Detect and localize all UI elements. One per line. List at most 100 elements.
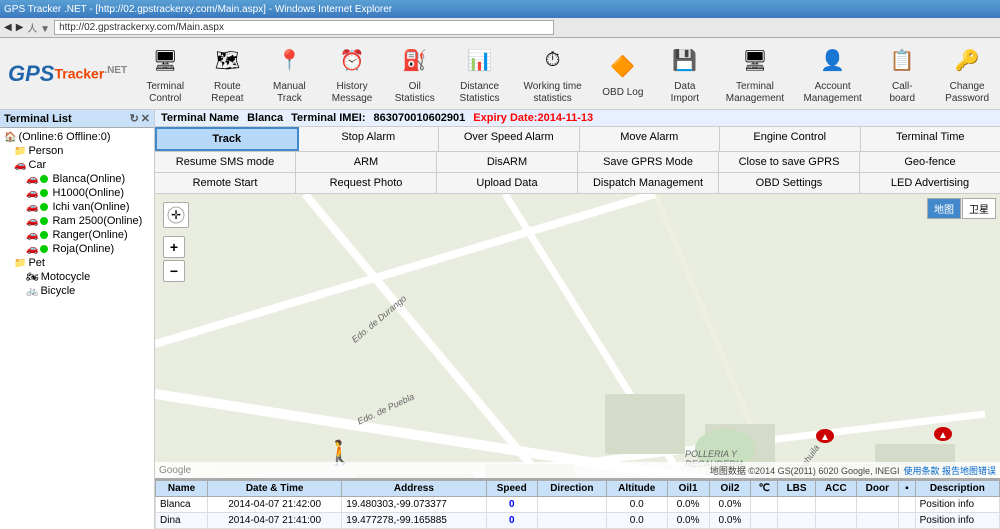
pan-control[interactable]: ✛ xyxy=(163,202,189,228)
button-row2-0[interactable]: Resume SMS mode xyxy=(155,152,296,172)
button-row2-1[interactable]: ARM xyxy=(296,152,437,172)
button-row3-5[interactable]: LED Advertising xyxy=(860,173,1000,193)
button-row2-4[interactable]: Close to save GPRS xyxy=(719,152,860,172)
nav-item-terminal-management[interactable]: 🖥Terminal Management xyxy=(717,39,793,109)
button-row1-4[interactable]: Engine Control xyxy=(720,127,861,151)
nav-icon-oil-statistics: ⛽ xyxy=(397,43,433,79)
nav-item-change-password[interactable]: 🔑Change Password xyxy=(934,39,1000,109)
button-row3-3[interactable]: Dispatch Management xyxy=(578,173,719,193)
button-row3-2[interactable]: Upload Data xyxy=(437,173,578,193)
table-header: Description xyxy=(915,481,999,497)
nav-icon-route-repeat: 🗺 xyxy=(209,43,245,79)
vehicle-marker-3[interactable]: ▲ xyxy=(933,424,953,444)
nav-label-history-message: History Message xyxy=(329,81,374,105)
button-row1-2[interactable]: Over Speed Alarm xyxy=(439,127,580,151)
nav-label-call-board: Call-board xyxy=(880,81,924,105)
tree-item-4[interactable]: 🚗H1000(Online) xyxy=(2,186,152,200)
logo-net: .NET xyxy=(104,65,127,76)
tree-item-3[interactable]: 🚗Blanca(Online) xyxy=(2,172,152,186)
refresh-icon[interactable]: ↻ xyxy=(130,112,139,125)
nav-label-distance-statistics: Distance Statistics xyxy=(455,81,505,105)
nav-item-manual-track[interactable]: 📍Manual Track xyxy=(259,39,319,109)
svg-text:▲: ▲ xyxy=(820,432,830,443)
nav-label-change-password: Change Password xyxy=(942,81,992,105)
tree-label-10: Motocycle xyxy=(41,271,91,283)
addressbar: ◀ ▶ 人 ▼ http://02.gpstrackerxy.com/Main.… xyxy=(0,18,1000,38)
forward-icon[interactable]: ▶ xyxy=(16,22,24,33)
button-row2-2[interactable]: DisARM xyxy=(437,152,578,172)
table-cell-1-3: 0 xyxy=(486,513,537,529)
table-header: Direction xyxy=(537,481,606,497)
tree-item-1[interactable]: 📁Person xyxy=(2,144,152,158)
online-dot xyxy=(40,217,48,225)
tree-icon-0: 🏠 xyxy=(4,132,16,143)
button-row1-5[interactable]: Terminal Time xyxy=(861,127,1000,151)
table-cell-1-4 xyxy=(537,513,606,529)
tree-item-2[interactable]: 🚗Car xyxy=(2,158,152,172)
logo-tracker: Tracker.NET xyxy=(54,65,127,82)
zoom-in-button[interactable]: + xyxy=(163,236,185,258)
tree-icon-2: 🚗 xyxy=(14,160,26,171)
button-row1-3[interactable]: Move Alarm xyxy=(580,127,721,151)
nav-item-obd-log[interactable]: 🔶OBD Log xyxy=(593,45,653,103)
table-header: Date & Time xyxy=(208,481,342,497)
tree-area: 🏠(Online:6 Offline:0)📁Person🚗Car🚗Blanca(… xyxy=(0,128,154,529)
map-type-satellite[interactable]: 卫星 xyxy=(962,198,996,219)
vehicle-marker-2[interactable]: ▲ xyxy=(815,426,835,446)
map-type-map[interactable]: 地图 xyxy=(927,198,961,219)
tree-item-5[interactable]: 🚗Ichi van(Online) xyxy=(2,200,152,214)
tree-icon-10: 🏍 xyxy=(26,272,39,283)
nav-item-working-time[interactable]: ⏱Working time statistics xyxy=(514,39,590,109)
nav-item-route-repeat[interactable]: 🗺Route Repeat xyxy=(197,39,257,109)
map-copyright: 地图数据 ©2014 GS(2011) 6020 Google, INEGI xyxy=(710,464,900,477)
tree-icon-8: 🚗 xyxy=(26,244,38,255)
content-area: Terminal Name Blanca Terminal IMEI: 8630… xyxy=(155,110,1000,529)
table-cell-0-1: 2014-04-07 21:42:00 xyxy=(208,497,342,513)
button-row2-3[interactable]: Save GPRS Mode xyxy=(578,152,719,172)
nav-item-distance-statistics[interactable]: 📊Distance Statistics xyxy=(447,39,513,109)
button-row-1: TrackStop AlarmOver Speed AlarmMove Alar… xyxy=(155,127,1000,152)
tree-item-9[interactable]: 📁Pet xyxy=(2,256,152,270)
tree-label-8: Roja(Online) xyxy=(52,243,114,255)
table-header: Name xyxy=(156,481,208,497)
online-dot xyxy=(40,231,48,239)
nav-item-terminal-control[interactable]: 🖥Terminal Control xyxy=(135,39,195,109)
map-controls: ✛ + − xyxy=(163,202,189,282)
svg-text:✛: ✛ xyxy=(171,208,181,222)
terms-link[interactable]: 使用条款 报告地图错误 xyxy=(903,464,996,477)
nav-item-history-message[interactable]: ⏰History Message xyxy=(321,39,382,109)
zoom-out-button[interactable]: − xyxy=(163,260,185,282)
table-cell-0-5: 0.0 xyxy=(606,497,667,513)
button-row3-4[interactable]: OBD Settings xyxy=(719,173,860,193)
button-row3-0[interactable]: Remote Start xyxy=(155,173,296,193)
nav-item-account-management[interactable]: 👤Account Management xyxy=(795,39,870,109)
terminal-name-label: Terminal Name xyxy=(161,112,239,124)
button-row3-1[interactable]: Request Photo xyxy=(296,173,437,193)
button-row1-1[interactable]: Stop Alarm xyxy=(299,127,440,151)
nav-item-oil-statistics[interactable]: ⛽Oil Statistics xyxy=(385,39,445,109)
tree-item-6[interactable]: 🚗Ram 2500(Online) xyxy=(2,214,152,228)
table-header: Door xyxy=(856,481,899,497)
tree-item-10[interactable]: 🏍Motocycle xyxy=(2,270,152,284)
sidebar-header: Terminal List ↻ ✕ xyxy=(0,110,154,128)
tree-label-11: Bicycle xyxy=(40,285,75,297)
nav-icon-history-message: ⏰ xyxy=(334,43,370,79)
address-url: http://02.gpstrackerxy.com/Main.aspx xyxy=(54,20,554,35)
table-cell-0-3: 0 xyxy=(486,497,537,513)
table-header: Address xyxy=(342,481,486,497)
table-header: LBS xyxy=(778,481,816,497)
button-row1-0[interactable]: Track xyxy=(155,127,299,151)
button-row2-5[interactable]: Geo-fence xyxy=(860,152,1000,172)
table-cell-0-10 xyxy=(816,497,856,513)
nav-label-oil-statistics: Oil Statistics xyxy=(393,81,437,105)
nav-item-data-import[interactable]: 💾Data Import xyxy=(655,39,715,109)
tree-item-8[interactable]: 🚗 Roja(Online) xyxy=(2,242,152,256)
nav-item-call-board[interactable]: 📋Call-board xyxy=(872,39,932,109)
terminal-name-value: Blanca xyxy=(247,112,283,124)
back-icon[interactable]: ◀ xyxy=(4,22,12,33)
close-icon[interactable]: ✕ xyxy=(141,112,150,125)
tree-item-11[interactable]: 🚲Bicycle xyxy=(2,284,152,298)
main-area: Terminal List ↻ ✕ 🏠(Online:6 Offline:0)📁… xyxy=(0,110,1000,529)
tree-item-7[interactable]: 🚗Ranger(Online) xyxy=(2,228,152,242)
tree-item-0[interactable]: 🏠(Online:6 Offline:0) xyxy=(2,130,152,144)
